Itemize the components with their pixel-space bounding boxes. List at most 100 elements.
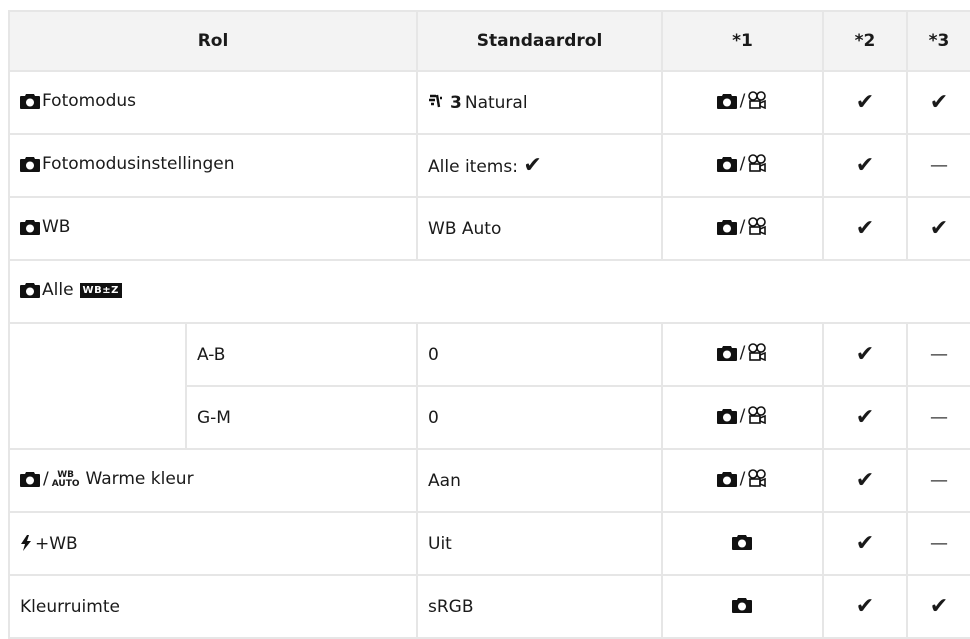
col3-cell: ✔: [906, 196, 970, 261]
default-cell: Alle items: ✔: [416, 133, 664, 198]
row-label: WB: [7, 196, 419, 261]
default-cell: WB Auto: [416, 196, 664, 261]
row-label-text: Fotomodus: [42, 91, 137, 111]
camera-icon: [716, 408, 737, 429]
check-icon: ✔: [855, 530, 875, 556]
default-cell: 0: [416, 385, 664, 450]
col2-cell: ✔: [822, 511, 909, 576]
header-rol: Rol: [7, 10, 419, 72]
sub-label: A-B: [184, 322, 419, 387]
col3-cell: —: [906, 448, 970, 513]
header-col-1: *1: [661, 10, 825, 72]
picture-mode-icon: [428, 93, 446, 113]
header-standaardrol: Standaardrol: [416, 10, 664, 72]
camera-icon: [20, 93, 40, 114]
slash-separator: /: [739, 469, 746, 489]
check-icon: ✔: [855, 404, 875, 430]
header-col-2: *2: [822, 10, 909, 72]
camera-icon: [716, 156, 737, 177]
camera-icon: [20, 156, 40, 177]
row-label: +WB: [7, 511, 419, 576]
default-value: Aan: [428, 470, 461, 491]
group-label: Alle WB±Z: [7, 259, 970, 324]
default-value: sRGB: [428, 596, 474, 617]
slash-separator: /: [739, 154, 746, 174]
movie-icon: [746, 154, 768, 177]
movie-icon: [746, 343, 768, 366]
row-label: Fotomodusinstellingen: [7, 133, 419, 198]
col2-cell: ✔: [822, 448, 909, 513]
camera-icon: [716, 471, 737, 492]
flash-icon: [20, 534, 32, 554]
row-label: Kleurruimte: [7, 574, 419, 639]
check-icon: ✔: [929, 593, 949, 619]
col3-cell: —: [906, 385, 970, 450]
movie-icon: [746, 217, 768, 240]
dash-icon: —: [930, 470, 949, 491]
slash-separator: /: [739, 217, 746, 237]
default-value: WB Auto: [428, 218, 502, 239]
col1-cell: /: [661, 70, 825, 135]
row-label-text: +WB: [35, 533, 78, 554]
default-value: Uit: [428, 533, 452, 554]
header-col-3: *3: [906, 10, 970, 72]
dash-icon: —: [930, 344, 949, 365]
slash-separator: /: [739, 91, 746, 111]
table-row: Kleurruimte sRGB ✔ ✔: [7, 574, 970, 639]
row-label: Fotomodus: [7, 70, 419, 135]
wb-compensation-icon: WB±Z: [79, 283, 122, 298]
camera-icon: [731, 597, 752, 618]
col3-cell: ✔: [906, 574, 970, 639]
settings-table: Rol Standaardrol *1 *2 *3 Fotomodus 3 Nat…: [7, 10, 970, 639]
camera-icon: [731, 534, 752, 555]
col1-cell: /: [661, 196, 825, 261]
col3-cell: —: [906, 322, 970, 387]
check-icon: ✔: [523, 152, 542, 178]
row-label-text: Warme kleur: [85, 469, 194, 489]
table-row: Fotomodus 3 Natural / ✔ ✔: [7, 70, 970, 135]
camera-icon: [716, 219, 737, 240]
dash-icon: —: [930, 155, 949, 176]
movie-icon: [746, 91, 768, 114]
col2-cell: ✔: [822, 70, 909, 135]
col1-cell: /: [661, 448, 825, 513]
wb-auto-bottom: AUTO: [51, 479, 80, 489]
col2-cell: ✔: [822, 574, 909, 639]
table-row: +WB Uit ✔ —: [7, 511, 970, 576]
col1-cell: /: [661, 322, 825, 387]
slash-separator: /: [739, 343, 746, 363]
movie-icon: [746, 406, 768, 429]
col1-cell: [661, 574, 825, 639]
default-value: Alle items:: [428, 156, 518, 177]
col1-cell: /: [661, 385, 825, 450]
col2-cell: ✔: [822, 385, 909, 450]
camera-icon: [20, 219, 40, 240]
table-group-row: Alle WB±Z: [7, 259, 970, 324]
col1-cell: [661, 511, 825, 576]
default-value: 0: [428, 407, 439, 428]
table-row: Fotomodusinstellingen Alle items: ✔ / ✔ …: [7, 133, 970, 198]
dash-icon: —: [930, 533, 949, 554]
row-label-text: Alle: [42, 280, 74, 300]
col3-cell: ✔: [906, 70, 970, 135]
default-cell: 3 Natural: [416, 70, 664, 135]
check-icon: ✔: [929, 89, 949, 115]
dash-icon: —: [930, 407, 949, 428]
default-cell: 0: [416, 322, 664, 387]
default-cell: sRGB: [416, 574, 664, 639]
check-icon: ✔: [855, 593, 875, 619]
camera-icon: [716, 345, 737, 366]
col3-cell: —: [906, 511, 970, 576]
movie-icon: [746, 469, 768, 492]
sub-label: G-M: [184, 385, 419, 450]
slash-separator: /: [739, 406, 746, 426]
check-icon: ✔: [855, 467, 875, 493]
wb-auto-icon: WB AUTO: [52, 471, 80, 489]
empty-indent-cell: [8, 322, 187, 450]
slash-separator: /: [43, 469, 49, 489]
check-icon: ✔: [855, 341, 875, 367]
row-label-text: WB: [42, 217, 71, 237]
row-label-text: Fotomodusinstellingen: [42, 154, 235, 174]
table-row: / WB AUTO Warme kleur Aan / ✔ —: [7, 448, 970, 513]
check-icon: ✔: [855, 152, 875, 178]
